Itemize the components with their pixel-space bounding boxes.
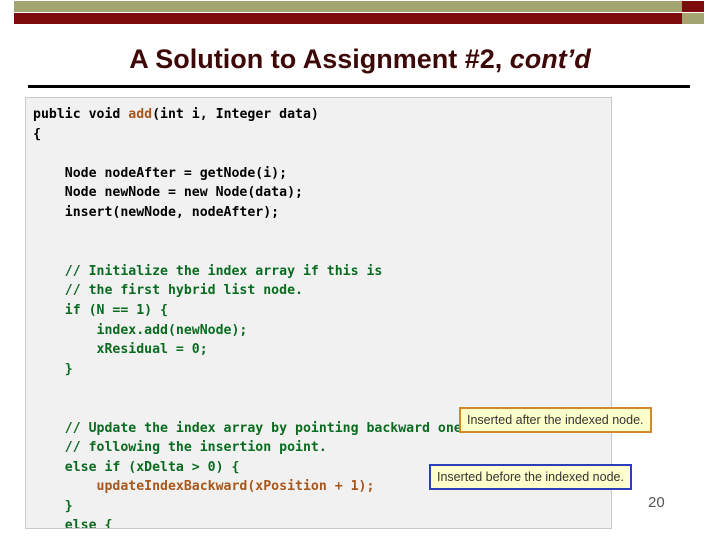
code-line: index.add(newNode);	[33, 321, 611, 341]
header-band-maroon-tail	[682, 1, 704, 12]
code-token-green: if (N == 1) {	[33, 302, 168, 318]
code-token-comment: // following the insertion point.	[33, 440, 327, 456]
code-token-comment: // Initialize the index array if this is	[33, 263, 383, 279]
code-token-green: else {	[33, 518, 113, 529]
code-line: xResidual = 0;	[33, 340, 611, 360]
code-line: Node newNode = new Node(data);	[33, 183, 611, 203]
header-band-row-top	[14, 1, 704, 12]
code-line: Node nodeAfter = getNode(i);	[33, 164, 611, 184]
code-token-green: else if (xDelta > 0) {	[33, 459, 240, 475]
slide-title: A Solution to Assignment #2, cont’d	[0, 44, 720, 75]
code-line: {	[33, 125, 611, 145]
code-token-plain: insert(newNode, nodeAfter);	[33, 204, 280, 220]
code-token-plain: Node newNode = new Node(data);	[33, 185, 303, 201]
page-number: 20	[648, 494, 665, 511]
code-line: insert(newNode, nodeAfter);	[33, 203, 611, 223]
code-token-green: }	[33, 498, 73, 514]
code-token-green: }	[33, 361, 73, 377]
header-band-olive-segment	[14, 1, 682, 12]
code-line: else {	[33, 516, 611, 529]
code-line: // following the insertion point.	[33, 438, 611, 458]
callout-inserted-before-label: Inserted before the indexed node.	[437, 470, 624, 484]
callout-inserted-before: Inserted before the indexed node.	[429, 464, 632, 490]
code-token-fn: add	[128, 107, 153, 122]
header-band-row-bottom	[14, 13, 704, 24]
code-token-plain: Node nodeAfter = getNode(i);	[33, 165, 288, 181]
code-token-comment: // Update the index array by pointing ba…	[33, 420, 502, 436]
callout-inserted-after: Inserted after the indexed node.	[459, 407, 652, 433]
code-line: }	[33, 497, 611, 517]
code-token-comment: // the first hybrid list node.	[33, 283, 303, 299]
slide-title-main: A Solution to Assignment #2,	[129, 44, 510, 74]
header-decorative-band	[0, 0, 720, 26]
code-line: // the first hybrid list node.	[33, 281, 611, 301]
code-token-plain: {	[33, 126, 41, 142]
code-line: if (N == 1) {	[33, 301, 611, 321]
code-token-green: xResidual = 0;	[33, 342, 208, 358]
code-line: public void add(int i, Integer data)	[33, 105, 611, 125]
header-band-olive-tail	[682, 13, 704, 24]
header-band-maroon-segment	[14, 13, 682, 24]
code-line: }	[33, 360, 611, 380]
callout-inserted-after-label: Inserted after the indexed node.	[467, 413, 644, 427]
slide-title-emphasis: cont’d	[509, 44, 591, 74]
code-token-plain: (int i, Integer data)	[152, 107, 319, 122]
code-token-fn: updateIndexBackward(xPosition + 1);	[33, 479, 375, 495]
code-line: // Initialize the index array if this is	[33, 262, 611, 282]
title-underline-rule	[28, 85, 690, 88]
code-token-plain: public void	[33, 107, 129, 122]
code-token-green: index.add(newNode);	[33, 322, 248, 338]
